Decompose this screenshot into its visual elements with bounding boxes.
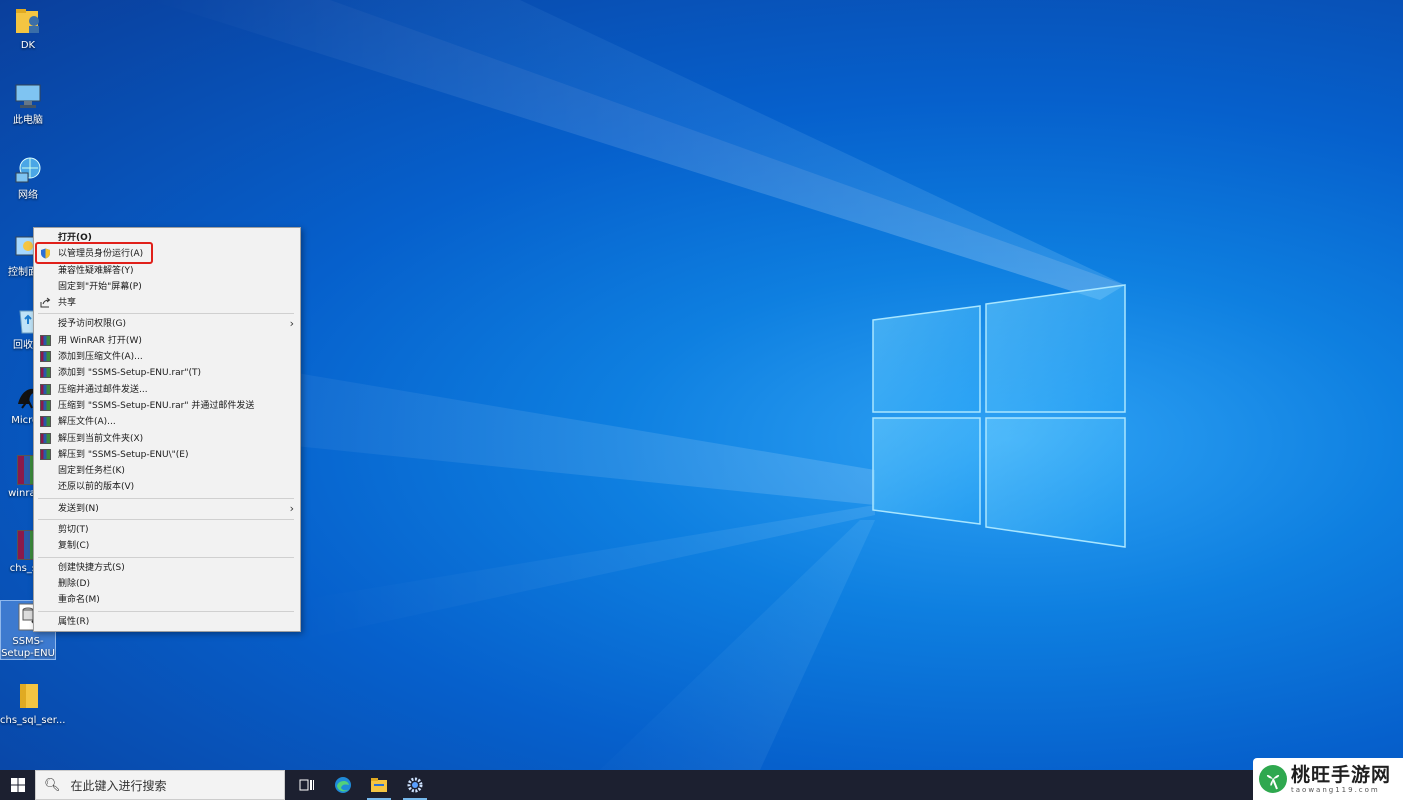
windows-start-icon (10, 778, 25, 792)
winrar-icon (40, 351, 51, 363)
winrar-icon (40, 383, 51, 395)
watermark: 桃旺手游网 taowang119.com (1253, 758, 1403, 800)
menu-separator (38, 497, 294, 499)
chevron-right-icon: › (289, 501, 294, 515)
menu-item-pin-start[interactable]: 固定到"开始"屏幕(P) (34, 279, 300, 295)
chevron-right-icon: › (289, 317, 294, 331)
menu-item-rename[interactable]: 重命名(M) (34, 592, 300, 608)
menu-separator (38, 313, 294, 315)
menu-item-add-archive[interactable]: 添加到压缩文件(A)... (34, 349, 300, 365)
windows-logo (872, 284, 1126, 548)
menu-item-compress-email[interactable]: 压缩并通过邮件发送... (34, 382, 300, 398)
search-icon: 🔍︎ (44, 777, 61, 793)
share-icon (40, 297, 51, 308)
desktop-icon-chs-sql-server[interactable]: chs_sql_ser... (0, 680, 65, 727)
menu-item-add-to-rar[interactable]: 添加到 "SSMS-Setup-ENU.rar"(T) (34, 365, 300, 381)
menu-item-properties[interactable]: 属性(R) (34, 614, 300, 630)
folder-icon (12, 680, 44, 712)
settings-button[interactable] (397, 770, 433, 800)
menu-item-pin-taskbar[interactable]: 固定到任务栏(K) (34, 463, 300, 479)
menu-item-extract-files[interactable]: 解压文件(A)... (34, 414, 300, 430)
desktop-icon-label: SSMS-Setup-ENU (1, 636, 55, 659)
taskbar: 🔍︎ 在此键入进行搜索 (0, 770, 1403, 800)
winrar-icon (40, 416, 51, 428)
menu-item-cut[interactable]: 剪切(T) (34, 522, 300, 538)
file-explorer-icon (371, 778, 387, 792)
watermark-title: 桃旺手游网 (1291, 763, 1392, 786)
taskbar-search-box[interactable]: 🔍︎ 在此键入进行搜索 (35, 770, 285, 800)
menu-separator (38, 610, 294, 612)
desktop-icon-label: DK (20, 40, 36, 51)
desktop-icon-dk[interactable]: DK (0, 5, 56, 52)
menu-item-restore-versions[interactable]: 还原以前的版本(V) (34, 479, 300, 495)
search-placeholder: 在此键入进行搜索 (70, 778, 167, 793)
menu-item-send-to[interactable]: 发送到(N) › (34, 501, 300, 517)
desktop-icon-network[interactable]: 网络 (0, 155, 56, 202)
start-button[interactable] (0, 770, 35, 800)
winrar-icon (40, 432, 51, 444)
menu-item-extract-here[interactable]: 解压到当前文件夹(X) (34, 431, 300, 447)
context-menu: 打开(O) 以管理员身份运行(A) 兼容性疑难解答(Y) 固定到"开始"屏幕(P… (33, 227, 301, 632)
menu-separator (38, 519, 294, 521)
computer-icon (12, 80, 44, 112)
winrar-icon (40, 399, 51, 411)
menu-item-create-shortcut[interactable]: 创建快捷方式(S) (34, 560, 300, 576)
desktop-icon-label: 网络 (18, 190, 38, 201)
menu-item-grant-access[interactable]: 授予访问权限(G) › (34, 316, 300, 332)
task-view-icon (299, 779, 314, 791)
network-icon (12, 155, 44, 187)
winrar-icon (40, 334, 51, 346)
edge-button[interactable] (325, 770, 361, 800)
menu-item-compress-rar-email[interactable]: 压缩到 "SSMS-Setup-ENU.rar" 并通过邮件发送 (34, 398, 300, 414)
menu-item-delete[interactable]: 删除(D) (34, 576, 300, 592)
menu-item-copy[interactable]: 复制(C) (34, 538, 300, 554)
user-folder-icon (12, 5, 44, 37)
menu-item-open-winrar[interactable]: 用 WinRAR 打开(W) (34, 333, 300, 349)
desktop-icon-this-pc[interactable]: 此电脑 (0, 80, 56, 127)
highlight-annotation-box (35, 242, 153, 264)
settings-icon (407, 777, 423, 793)
watermark-subtitle: taowang119.com (1291, 785, 1380, 794)
winrar-icon (40, 367, 51, 379)
clover-logo-icon (1259, 765, 1287, 793)
menu-item-extract-to-folder[interactable]: 解压到 "SSMS-Setup-ENU\"(E) (34, 447, 300, 463)
file-explorer-button[interactable] (361, 770, 397, 800)
desktop-icon-label: 此电脑 (13, 115, 43, 126)
task-view-button[interactable] (289, 770, 325, 800)
menu-item-share[interactable]: 共享 (34, 295, 300, 311)
desktop-icon-label: chs_sql_ser... (0, 715, 66, 726)
menu-item-compatibility[interactable]: 兼容性疑难解答(Y) (34, 263, 300, 279)
menu-separator (38, 556, 294, 558)
edge-icon (335, 777, 351, 793)
winrar-icon (40, 448, 51, 460)
